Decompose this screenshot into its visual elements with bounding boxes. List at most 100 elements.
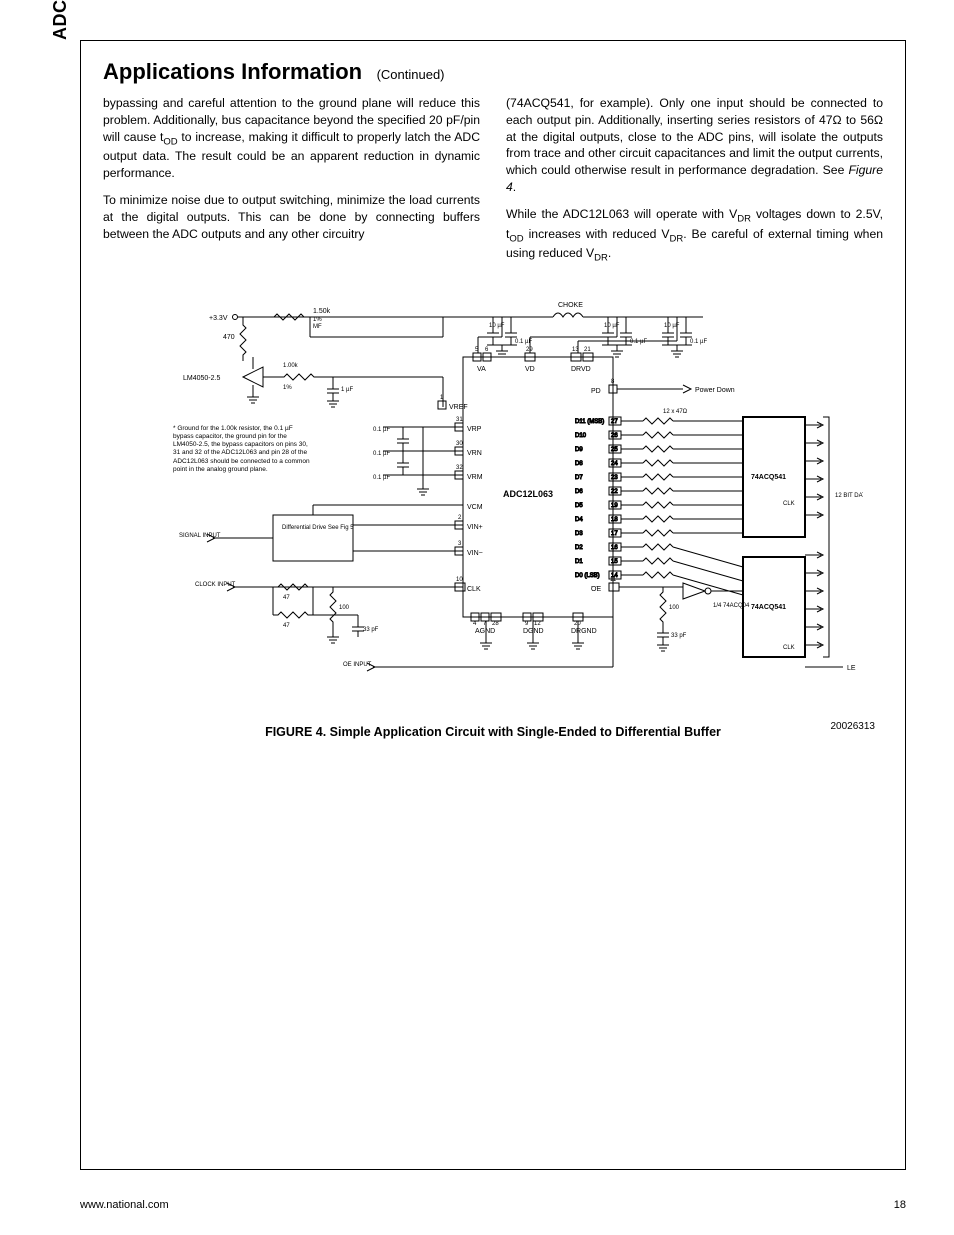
svg-text:SIGNAL INPUT: SIGNAL INPUT	[179, 533, 221, 539]
svg-text:1%: 1%	[313, 317, 322, 323]
para: (74ACQ541, for example). Only one input …	[506, 95, 883, 196]
svg-text:12 x 47Ω: 12 x 47Ω	[663, 409, 688, 415]
svg-text:D7: D7	[575, 475, 583, 481]
svg-text:24: 24	[611, 461, 618, 467]
svg-text:12 BIT DATA OUTPUT: 12 BIT DATA OUTPUT	[835, 493, 863, 499]
para: While the ADC12L063 will operate with VD…	[506, 206, 883, 265]
para: To minimize noise due to output switchin…	[103, 192, 480, 242]
svg-text:D3: D3	[575, 531, 583, 537]
svg-text:OE: OE	[591, 586, 601, 593]
svg-text:10: 10	[456, 577, 463, 583]
section-heading: Applications Information	[103, 59, 362, 84]
svg-text:17: 17	[611, 531, 618, 537]
svg-text:32: 32	[456, 465, 463, 471]
svg-text:VIN+: VIN+	[467, 524, 483, 531]
svg-text:0.1 µF: 0.1 µF	[630, 339, 647, 345]
svg-text:VIN−: VIN−	[467, 550, 483, 557]
left-column: bypassing and careful attention to the g…	[103, 95, 480, 275]
svg-text:47: 47	[283, 623, 290, 629]
svg-text:D10: D10	[575, 433, 587, 439]
svg-text:18: 18	[611, 517, 618, 523]
svg-text:D2: D2	[575, 545, 583, 551]
figure-id: 20026313	[831, 721, 876, 732]
side-part-number: ADC12L063	[50, 0, 71, 40]
page-footer: www.national.com 18	[80, 1199, 906, 1211]
svg-text:D4: D4	[575, 517, 583, 523]
text: .	[608, 246, 611, 260]
svg-text:D6: D6	[575, 489, 583, 495]
svg-text:VA: VA	[477, 366, 486, 373]
svg-text:MF: MF	[313, 324, 322, 330]
text: (74ACQ541, for example). Only one input …	[506, 96, 883, 177]
svg-text:100: 100	[669, 605, 680, 611]
svg-text:14: 14	[611, 573, 618, 579]
svg-text:D11 (MSB): D11 (MSB)	[575, 419, 604, 425]
subscript: DR	[737, 213, 751, 224]
svg-text:DRVD: DRVD	[571, 366, 591, 373]
svg-text:D5: D5	[575, 503, 583, 509]
svg-text:1.00k: 1.00k	[283, 363, 299, 369]
svg-text:VD: VD	[525, 366, 535, 373]
svg-text:25: 25	[611, 447, 618, 453]
svg-text:0.1 µF: 0.1 µF	[373, 475, 390, 481]
svg-text:0.1 µF: 0.1 µF	[373, 451, 390, 457]
subscript: OD	[509, 233, 523, 244]
svg-text:D0 (LSB): D0 (LSB)	[575, 573, 600, 579]
svg-text:0.1 µF: 0.1 µF	[690, 339, 707, 345]
svg-text:33 pF: 33 pF	[671, 633, 687, 639]
svg-text:VRP: VRP	[467, 426, 482, 433]
svg-text:LM4050-2.5: LM4050-2.5	[183, 375, 220, 382]
svg-text:4: 4	[473, 621, 477, 627]
svg-text:33 pF: 33 pF	[363, 627, 379, 633]
para: bypassing and careful attention to the g…	[103, 95, 480, 182]
svg-text:470: 470	[223, 334, 235, 341]
svg-text:ADC12L063: ADC12L063	[503, 489, 553, 499]
svg-text:22: 22	[611, 489, 618, 495]
svg-text:D9: D9	[575, 447, 583, 453]
svg-text:15: 15	[611, 559, 618, 565]
svg-text:OE INPUT: OE INPUT	[343, 662, 372, 668]
svg-text:PD: PD	[591, 388, 601, 395]
svg-text:100: 100	[339, 605, 350, 611]
svg-text:9: 9	[525, 621, 529, 627]
svg-text:26: 26	[611, 433, 618, 439]
svg-text:VRN: VRN	[467, 450, 482, 457]
svg-text:74ACQ541: 74ACQ541	[751, 604, 786, 611]
footer-url: www.national.com	[80, 1199, 169, 1211]
svg-text:31: 31	[456, 417, 463, 423]
svg-text:AGND: AGND	[475, 628, 495, 635]
text: While the ADC12L063 will operate with V	[506, 207, 737, 221]
subscript: OD	[163, 136, 177, 147]
svg-text:28: 28	[492, 621, 499, 627]
svg-text:CLK: CLK	[467, 586, 481, 593]
svg-text:VREF: VREF	[449, 404, 468, 411]
figure-caption: FIGURE 4. Simple Application Circuit wit…	[103, 725, 883, 739]
svg-text:D8: D8	[575, 461, 583, 467]
svg-text:+3.3V: +3.3V	[209, 315, 228, 322]
svg-text:3: 3	[458, 541, 462, 547]
continued-label: (Continued)	[377, 67, 445, 82]
svg-text:0.1 µF: 0.1 µF	[373, 427, 390, 433]
text: increases with reduced V	[524, 227, 670, 241]
right-column: (74ACQ541, for example). Only one input …	[506, 95, 883, 275]
svg-text:VRM: VRM	[467, 474, 483, 481]
content-frame: Applications Information (Continued) byp…	[80, 40, 906, 1170]
subscript: DR	[669, 233, 683, 244]
svg-text:CLK: CLK	[783, 645, 795, 651]
svg-text:12: 12	[534, 621, 541, 627]
svg-text:Power Down: Power Down	[695, 387, 735, 394]
svg-text:47: 47	[283, 595, 290, 601]
svg-text:19: 19	[611, 503, 618, 509]
svg-text:D1: D1	[575, 559, 583, 565]
svg-text:27: 27	[611, 419, 618, 425]
svg-text:CHOKE: CHOKE	[558, 302, 583, 309]
subscript: DR	[594, 253, 608, 264]
svg-text:23: 23	[611, 475, 618, 481]
svg-text:30: 30	[456, 441, 463, 447]
text: .	[513, 180, 516, 194]
figure-4-schematic: +3.3V 470 1.50k 1% MF CHOKE	[123, 297, 863, 717]
svg-text:LE: LE	[847, 665, 856, 672]
svg-text:1.50k: 1.50k	[313, 308, 331, 315]
svg-text:2: 2	[458, 515, 462, 521]
svg-text:1 µF: 1 µF	[341, 387, 353, 393]
